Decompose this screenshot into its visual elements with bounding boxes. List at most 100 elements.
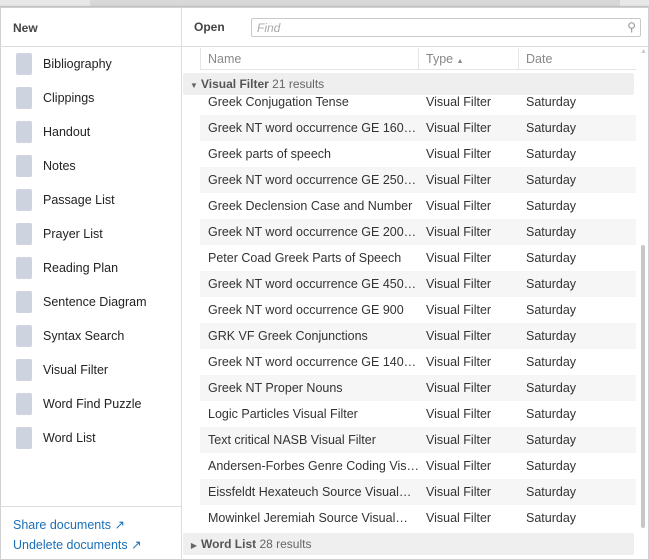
new-syntax-search[interactable]: Syntax Search xyxy=(0,321,181,351)
expanded-triangle-icon[interactable]: ▼ xyxy=(187,75,201,97)
row-type: Visual Filter xyxy=(426,173,492,187)
table-row[interactable]: Mowinkel Jeremiah Source Visual… Visual F… xyxy=(200,505,636,531)
sort-ascending-icon: ▲ xyxy=(456,58,464,65)
item-label: Word Find Puzzle xyxy=(43,397,142,411)
new-prayer-list[interactable]: Prayer List xyxy=(0,219,181,249)
paperclip-icon xyxy=(16,87,32,109)
item-label: Notes xyxy=(43,159,76,173)
row-name: GRK VF Greek Conjunctions xyxy=(208,329,368,343)
item-label: Reading Plan xyxy=(43,261,119,275)
new-visual-filter[interactable]: Visual Filter xyxy=(0,355,181,385)
new-sentence-diagram[interactable]: Sentence Diagram xyxy=(0,287,181,317)
row-type: Visual Filter xyxy=(426,225,492,239)
table-row[interactable]: Greek NT word occurrence GE 140… Visual F… xyxy=(200,349,636,375)
find-input[interactable]: Find ⚲ xyxy=(251,18,641,37)
table-row[interactable]: Greek NT Proper Nouns Visual Filter Saturd… xyxy=(200,375,636,401)
item-label: Sentence Diagram xyxy=(43,295,147,309)
item-label: Handout xyxy=(43,125,91,139)
column-type[interactable]: Type ▲ xyxy=(418,48,518,70)
scrollbar-thumb[interactable] xyxy=(641,245,645,528)
item-label: Syntax Search xyxy=(43,329,125,343)
toolbar-strip xyxy=(90,0,620,6)
collapsed-triangle-icon[interactable]: ▶ xyxy=(187,535,201,557)
column-headers: Name Type ▲ Date xyxy=(200,48,636,70)
left-footer: Share documents ↗ Undelete documents ↗ xyxy=(0,506,181,555)
open-heading: Open xyxy=(194,20,225,34)
item-label: Word List xyxy=(43,431,96,445)
table-row[interactable]: Logic Particles Visual Filter Visual Filt… xyxy=(200,401,636,427)
row-type: Visual Filter xyxy=(426,511,492,525)
new-reading-plan[interactable]: Reading Plan xyxy=(0,253,181,283)
group-header-word-list[interactable]: ▶ Word List 28 results xyxy=(183,533,634,555)
search-icon[interactable]: ⚲ xyxy=(627,20,636,34)
row-name: Greek NT word occurrence GE 250… xyxy=(208,173,417,187)
table-row[interactable]: Greek parts of speech Visual Filter Saturd… xyxy=(200,141,636,167)
person-icon xyxy=(16,53,32,75)
new-handout[interactable]: Handout xyxy=(0,117,181,147)
row-date: Saturday xyxy=(526,303,577,317)
calendar-icon xyxy=(16,257,32,279)
row-type: Visual Filter xyxy=(426,407,492,421)
scroll-up-icon[interactable]: ▲ xyxy=(640,48,647,55)
row-date: Saturday xyxy=(526,381,577,395)
table-row[interactable]: Eissfeldt Hexateuch Source Visual… Visual… xyxy=(200,479,636,505)
row-type: Visual Filter xyxy=(426,147,492,161)
row-name: Greek NT word occurrence GE 160… xyxy=(208,121,417,135)
table-row[interactable]: Greek Declension Case and Number Visual F… xyxy=(200,193,636,219)
row-date: Saturday xyxy=(526,355,577,369)
new-clippings[interactable]: Clippings xyxy=(0,83,181,113)
table-row[interactable]: Greek NT word occurrence GE 250… Visual F… xyxy=(200,167,636,193)
external-link-icon: ↗ xyxy=(114,518,125,532)
row-type: Visual Filter xyxy=(426,381,492,395)
new-word-list[interactable]: Word List xyxy=(0,423,181,453)
row-date: Saturday xyxy=(526,95,577,109)
background-toolbar xyxy=(0,0,649,7)
table-row[interactable]: Greek Conjugation Tense Visual Filter Satu… xyxy=(200,89,636,115)
item-label: Passage List xyxy=(43,193,115,207)
new-notes[interactable]: Notes xyxy=(0,151,181,181)
table-row[interactable]: Greek NT word occurrence GE 200… Visual F… xyxy=(200,219,636,245)
scrollbar[interactable]: ▲ xyxy=(640,48,648,538)
divider xyxy=(182,46,649,47)
row-type: Visual Filter xyxy=(426,433,492,447)
row-type: Visual Filter xyxy=(426,251,492,265)
row-name: Greek Declension Case and Number xyxy=(208,199,413,213)
item-label: Visual Filter xyxy=(43,363,109,377)
row-type: Visual Filter xyxy=(426,199,492,213)
row-date: Saturday xyxy=(526,147,577,161)
notebook-icon xyxy=(16,155,32,177)
puzzle-icon xyxy=(16,393,32,415)
table-row[interactable]: GRK VF Greek Conjunctions Visual Filter Sa… xyxy=(200,323,636,349)
new-passage-list[interactable]: Passage List xyxy=(0,185,181,215)
row-type: Visual Filter xyxy=(426,459,492,473)
share-documents-link[interactable]: Share documents ↗ xyxy=(13,515,181,535)
row-name: Greek NT word occurrence GE 900 xyxy=(208,303,404,317)
table-row[interactable]: Greek NT word occurrence GE 900 Visual Fi… xyxy=(200,297,636,323)
undelete-documents-link[interactable]: Undelete documents ↗ xyxy=(13,535,181,555)
row-name: Andersen-Forbes Genre Coding Vis… xyxy=(208,459,419,473)
open-document-pane: Open Find ⚲ Name Type ▲ Date ▼ Visual Filt… xyxy=(182,7,649,560)
row-date: Saturday xyxy=(526,121,577,135)
new-word-find-puzzle[interactable]: Word Find Puzzle xyxy=(0,389,181,419)
row-type: Visual Filter xyxy=(426,329,492,343)
column-name[interactable]: Name xyxy=(200,48,418,70)
table-row[interactable]: Text critical NASB Visual Filter Visual F… xyxy=(200,427,636,453)
row-date: Saturday xyxy=(526,433,577,447)
row-name: Greek NT word occurrence GE 140… xyxy=(208,355,417,369)
row-date: Saturday xyxy=(526,329,577,343)
table-row[interactable]: Greek NT word occurrence GE 160… Visual F… xyxy=(200,115,636,141)
filter-icon xyxy=(16,359,32,381)
external-link-icon: ↗ xyxy=(131,538,142,552)
row-date: Saturday xyxy=(526,277,577,291)
row-date: Saturday xyxy=(526,459,577,473)
table-row[interactable]: Greek NT word occurrence GE 450… Visual F… xyxy=(200,271,636,297)
row-date: Saturday xyxy=(526,225,577,239)
row-name: Eissfeldt Hexateuch Source Visual… xyxy=(208,485,412,499)
column-date[interactable]: Date xyxy=(518,48,636,70)
row-type: Visual Filter xyxy=(426,303,492,317)
row-date: Saturday xyxy=(526,407,577,421)
flame-icon xyxy=(16,223,32,245)
table-row[interactable]: Andersen-Forbes Genre Coding Vis… Visual … xyxy=(200,453,636,479)
table-row[interactable]: Peter Coad Greek Parts of Speech Visual F… xyxy=(200,245,636,271)
new-bibliography[interactable]: Bibliography xyxy=(0,49,181,79)
